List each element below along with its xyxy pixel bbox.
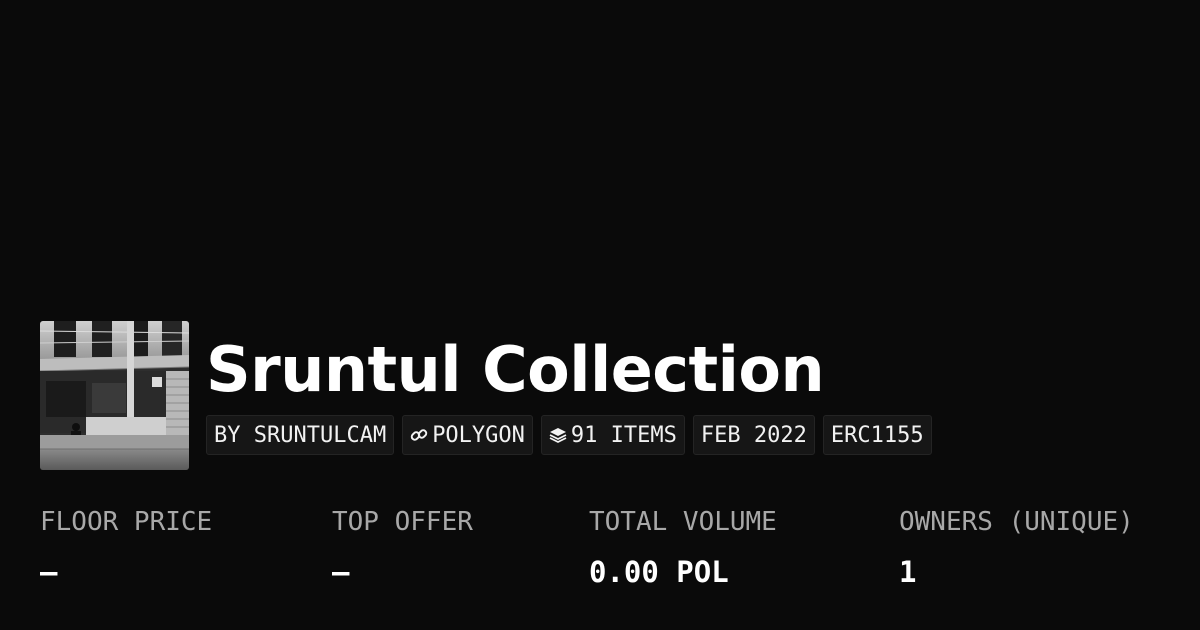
top-offer-label: TOP OFFER bbox=[332, 507, 473, 537]
creator-tag[interactable]: BY SRUNTULCAM bbox=[206, 415, 395, 455]
chain-tag[interactable]: POLYGON bbox=[402, 415, 533, 455]
collection-tags: BY SRUNTULCAM POLYGON 91 ITEMS FEB 2022 … bbox=[206, 415, 932, 455]
items-tag: 91 ITEMS bbox=[540, 415, 685, 455]
link-icon bbox=[410, 426, 428, 444]
collection-avatar bbox=[40, 321, 189, 470]
collection-share-card: Sruntul Collection BY SRUNTULCAM POLYGON bbox=[0, 0, 1200, 630]
standard-tag: ERC1155 bbox=[822, 415, 932, 455]
floor-price-label: FLOOR PRICE bbox=[40, 507, 213, 537]
floor-price-value: – bbox=[40, 555, 58, 589]
top-offer-value: – bbox=[332, 555, 350, 589]
total-volume-value: 0.00 POL bbox=[589, 555, 729, 589]
collection-title: Sruntul Collection bbox=[206, 333, 825, 406]
collection-avatar-photo bbox=[40, 321, 189, 470]
chain-tag-label: POLYGON bbox=[432, 422, 525, 448]
items-tag-label: 91 ITEMS bbox=[570, 422, 677, 448]
total-volume-label: TOTAL VOLUME bbox=[589, 507, 777, 537]
owners-value: 1 bbox=[899, 555, 917, 589]
standard-tag-label: ERC1155 bbox=[830, 422, 924, 448]
layers-icon bbox=[549, 426, 567, 444]
owners-label: OWNERS (UNIQUE) bbox=[899, 507, 1134, 537]
date-tag-label: FEB 2022 bbox=[700, 422, 807, 448]
creator-tag-label: BY SRUNTULCAM bbox=[214, 422, 387, 448]
date-tag: FEB 2022 bbox=[692, 415, 815, 455]
